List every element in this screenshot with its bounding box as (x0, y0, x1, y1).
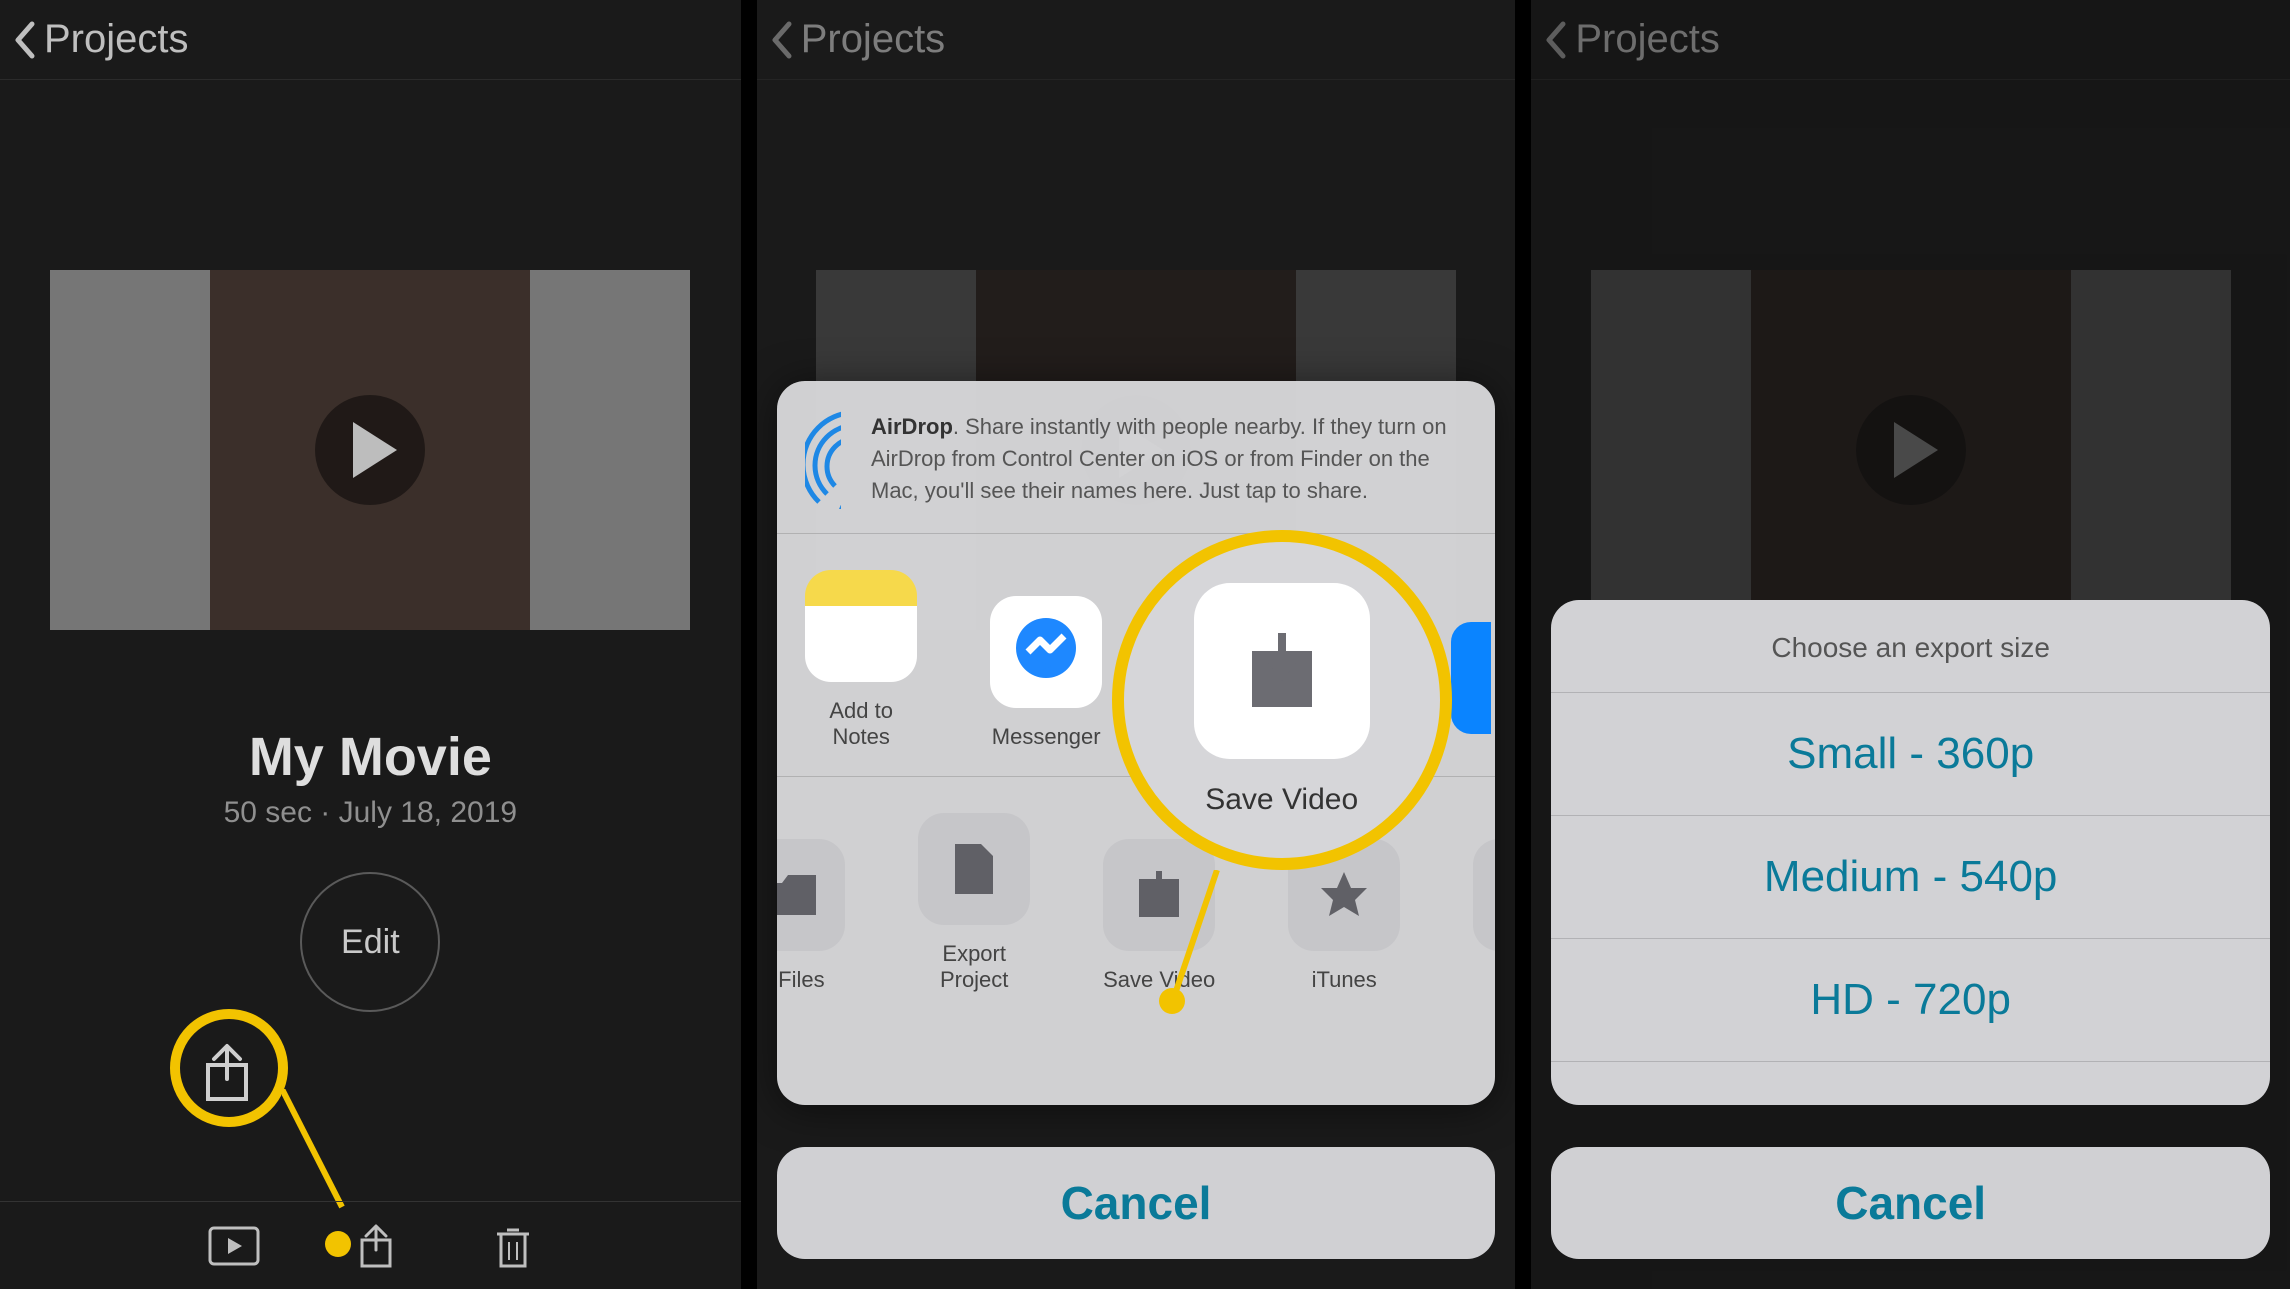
download-box-icon (1238, 627, 1326, 715)
export-option-1080p[interactable]: HD - 1080p (1551, 1061, 2270, 1105)
action-more[interactable]: More (1467, 839, 1496, 993)
action-label: Export Project (912, 941, 1037, 993)
highlight-save-video: Save Video (1112, 530, 1452, 870)
action-label: iTunes (1282, 967, 1407, 993)
download-box-icon (1133, 869, 1185, 921)
video-thumbnail (1591, 270, 2231, 630)
trash-icon[interactable] (493, 1222, 533, 1270)
app-label: Messenger (984, 724, 1109, 750)
play-outline-icon[interactable] (208, 1226, 260, 1266)
share-target-notes[interactable]: Add to Notes (799, 570, 924, 750)
nav-back: Projects (1531, 0, 2290, 80)
cancel-button[interactable]: Cancel (1551, 1147, 2270, 1259)
toolbar (0, 1201, 741, 1289)
screen-share-sheet: Projects AirDrop. Share instantly with p… (757, 0, 1516, 1289)
airdrop-section[interactable]: AirDrop. Share instantly with people nea… (777, 381, 1496, 533)
video-thumbnail[interactable] (50, 270, 690, 630)
export-size-sheet: Choose an export size Small - 360p Mediu… (1551, 600, 2270, 1105)
action-label: More (1467, 967, 1496, 993)
action-label: Save Video (1097, 967, 1222, 993)
folder-icon (777, 873, 819, 917)
nav-title: Projects (1575, 17, 1720, 62)
project-subtitle: 50 sec · July 18, 2019 (0, 796, 741, 830)
share-icon[interactable] (356, 1222, 396, 1270)
project-title: My Movie (0, 726, 741, 788)
thumb-frame (210, 270, 530, 630)
thumb-left-blank (50, 270, 210, 630)
action-label: to Files (777, 967, 852, 993)
share-target-messenger[interactable]: Messenger (984, 596, 1109, 750)
chevron-left-icon (769, 20, 793, 60)
action-save-to-files[interactable]: to Files (777, 839, 852, 993)
chevron-left-icon (12, 20, 36, 60)
star-icon (1317, 868, 1371, 922)
export-option-720p[interactable]: HD - 720p (1551, 938, 2270, 1061)
nav-back: Projects (757, 0, 1516, 80)
chevron-left-icon (1543, 20, 1567, 60)
document-icon (953, 842, 995, 896)
export-option-360p[interactable]: Small - 360p (1551, 692, 2270, 815)
highlight-label: Save Video (1205, 783, 1358, 817)
edit-label: Edit (341, 923, 400, 962)
share-icon-highlighted (200, 1041, 254, 1103)
save-video-tile (1194, 583, 1370, 759)
screen-export-size: Projects Choose an export size Small - 3… (1531, 0, 2290, 1289)
airdrop-icon (805, 411, 841, 511)
nav-title: Projects (801, 17, 946, 62)
edit-button[interactable]: Edit (300, 872, 440, 1012)
action-export-project[interactable]: Export Project (912, 813, 1037, 993)
nav-back[interactable]: Projects (0, 0, 741, 80)
thumb-right-blank (530, 270, 690, 630)
messenger-icon (1006, 612, 1086, 692)
app-label: Add to Notes (799, 698, 924, 750)
nav-title: Projects (44, 17, 189, 62)
export-option-540p[interactable]: Medium - 540p (1551, 815, 2270, 938)
action-save-video[interactable]: Save Video (1097, 839, 1222, 993)
play-icon (315, 395, 425, 505)
airdrop-text: AirDrop. Share instantly with people nea… (871, 411, 1467, 511)
export-header: Choose an export size (1551, 600, 2270, 692)
cancel-button[interactable]: Cancel (777, 1147, 1496, 1259)
screen-project-detail: Projects My Movie 50 sec · July 18, 2019… (0, 0, 741, 1289)
